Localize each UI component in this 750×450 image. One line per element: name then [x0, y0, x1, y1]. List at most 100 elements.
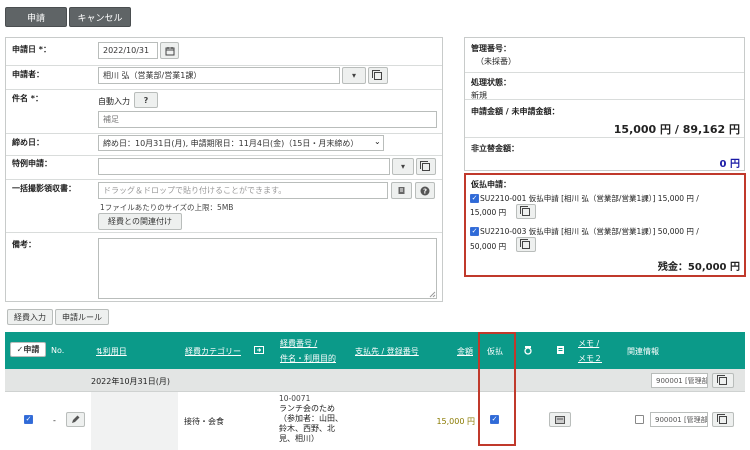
copy-icon [717, 374, 727, 385]
resize-handle-icon[interactable] [429, 291, 436, 298]
amount-value: 15,000 円 / 89,162 円 [613, 123, 740, 136]
col-memo[interactable]: メモ / [578, 338, 599, 349]
col-category[interactable]: 経費カテゴリー [185, 346, 241, 357]
advance-item-amount: 15,000 円 [470, 208, 507, 217]
special-label: 特例申請： [12, 159, 52, 168]
advance-balance: 残金：50,000 円 [657, 262, 740, 273]
apply-all-button[interactable]: ✓申請 [10, 342, 46, 357]
chevron-down-icon: ▾ [351, 71, 356, 80]
row-purpose-line: 見、相川） [279, 434, 319, 443]
pencil-icon [72, 415, 80, 423]
advance-item-copy-button[interactable] [516, 204, 536, 219]
col-date-label: 利用日 [102, 347, 127, 356]
link-expense-button[interactable]: 経費との関連付け [98, 213, 182, 230]
status-label: 処理状態： [471, 78, 511, 87]
special-dropdown[interactable]: ▾ [392, 158, 414, 175]
applicant-copy-button[interactable] [368, 67, 388, 84]
copy-icon [372, 69, 382, 80]
subject-label: 件名 *： [12, 94, 43, 103]
row-apply-checkbox[interactable]: ✓ [24, 415, 33, 424]
col-no: No. [51, 346, 65, 355]
row-related-input[interactable]: 900001 [管理部 [650, 412, 708, 427]
receipt-label: 一括撮影領収書： [12, 184, 76, 193]
advance-item-checkbox[interactable]: ✓ [470, 194, 479, 203]
row-purpose-line: （参加者：山田、 [279, 414, 343, 423]
applicant-input[interactable]: 相川 弘（営業部/営業1課） [98, 67, 340, 84]
col-memo2[interactable]: メモ２ [578, 353, 602, 364]
col-related: 関連情報 [627, 347, 659, 356]
advance-item-checkbox[interactable]: ✓ [470, 227, 479, 236]
remarks-label: 備考： [12, 240, 36, 249]
row-purpose-line: 鈴木、西野、北 [279, 424, 335, 433]
mgmt-no-label: 管理番号： [471, 44, 511, 53]
question-icon: ? [420, 186, 430, 195]
row-memo-checkbox[interactable] [635, 415, 644, 424]
help-button[interactable]: ? [134, 92, 158, 108]
row-amount: 15,000 円 [436, 417, 475, 426]
date-input[interactable]: 2022/10/31 [98, 42, 158, 59]
row-expense-no: 10-0071 [279, 394, 311, 403]
file-icon [398, 187, 405, 194]
special-input[interactable] [98, 158, 390, 175]
deadline-label: 締め日： [12, 138, 44, 147]
advance-item-text: SU2210-001 仮払申請 [相川 弘（営業部/営業1課）] 15,000 … [480, 194, 699, 203]
copy-icon [520, 205, 530, 216]
apply-button[interactable]: 申請 [5, 7, 67, 27]
row-purpose: ランチ会のため （参加者：山田、 鈴木、西野、北 見、相川） [279, 404, 343, 444]
nonreimb-label: 非立替金額： [471, 144, 519, 153]
special-copy-button[interactable] [416, 158, 436, 175]
status-value: 新規 [471, 91, 487, 100]
remarks-textarea[interactable] [98, 238, 437, 299]
chevron-down-icon: ⌄ [374, 137, 381, 146]
advance-title: 仮払申請： [471, 180, 511, 189]
receipt-size-note: 1ファイルあたりのサイズの上限：5MB [100, 203, 234, 212]
tab-expense-input[interactable]: 経費入力 [7, 309, 53, 325]
column-toggle-icon[interactable] [254, 346, 264, 354]
group-copy-button[interactable] [712, 373, 734, 388]
col-expense-no[interactable]: 経費番号 / [280, 338, 317, 349]
cancel-button[interactable]: キャンセル [69, 7, 131, 27]
tab-apply-rule[interactable]: 申請ルール [55, 309, 109, 325]
subject-auto-label: 自動入力 [98, 97, 130, 106]
row-date-cell [91, 392, 178, 450]
calendar-button[interactable] [160, 42, 179, 59]
date-group-label: 2022年10月31日(月) [91, 377, 170, 386]
row-no: - [53, 416, 56, 425]
advance-item-amount: 50,000 円 [470, 242, 507, 251]
receipt-icon [555, 415, 565, 424]
receipt-dropzone[interactable]: ドラッグ＆ドロップで貼り付けることができます。 [98, 182, 388, 199]
chevron-down-icon: ▾ [400, 162, 405, 171]
advance-column-highlight [478, 332, 516, 446]
receipt-camera-icon [524, 346, 532, 355]
receipt-file-button[interactable] [391, 182, 412, 199]
copy-icon [420, 160, 430, 171]
calendar-icon [165, 46, 174, 55]
applicant-label: 申請者： [12, 70, 44, 79]
advance-item-text: SU2210-003 仮払申請 [相川 弘（営業部/営業1課）] 50,000 … [480, 227, 699, 236]
copy-icon [520, 238, 530, 249]
row-purpose-line: ランチ会のため [279, 404, 335, 413]
svg-text:?: ? [423, 187, 427, 195]
date-label: 申請日 *： [12, 45, 51, 54]
row-copy-button[interactable] [712, 412, 734, 427]
row-receipt-button[interactable] [549, 412, 571, 427]
row-category: 接待・会食 [184, 417, 224, 426]
nonreimb-value: 0 円 [719, 159, 740, 170]
col-amount[interactable]: 金額 [457, 346, 473, 357]
col-payee[interactable]: 支払先 / 登録番号 [355, 346, 419, 357]
applicant-dropdown[interactable]: ▾ [342, 67, 366, 84]
col-item-purpose[interactable]: 件名・利用目的 [280, 353, 336, 364]
col-date[interactable]: ⇅利用日 [96, 346, 127, 357]
receipt-help-button[interactable]: ? [415, 182, 435, 199]
mgmt-no-value: （未採番） [476, 57, 516, 66]
amount-label: 申請金額 / 未申請金額： [471, 107, 560, 116]
group-related-input[interactable]: 900001 [管理部 [651, 373, 708, 388]
subject-input[interactable]: 補足 [98, 111, 437, 128]
deadline-value: 締め日：10月31日(月), 申請期限日：11月4日(金)（15日・月末締め） [103, 138, 359, 148]
copy-icon [717, 413, 727, 424]
deadline-select[interactable]: 締め日：10月31日(月), 申請期限日：11月4日(金)（15日・月末締め） [98, 135, 384, 151]
sort-icon: ⇅ [96, 347, 103, 356]
file-icon [557, 346, 564, 354]
row-edit-button[interactable] [66, 412, 85, 427]
advance-item-copy-button[interactable] [516, 237, 536, 252]
